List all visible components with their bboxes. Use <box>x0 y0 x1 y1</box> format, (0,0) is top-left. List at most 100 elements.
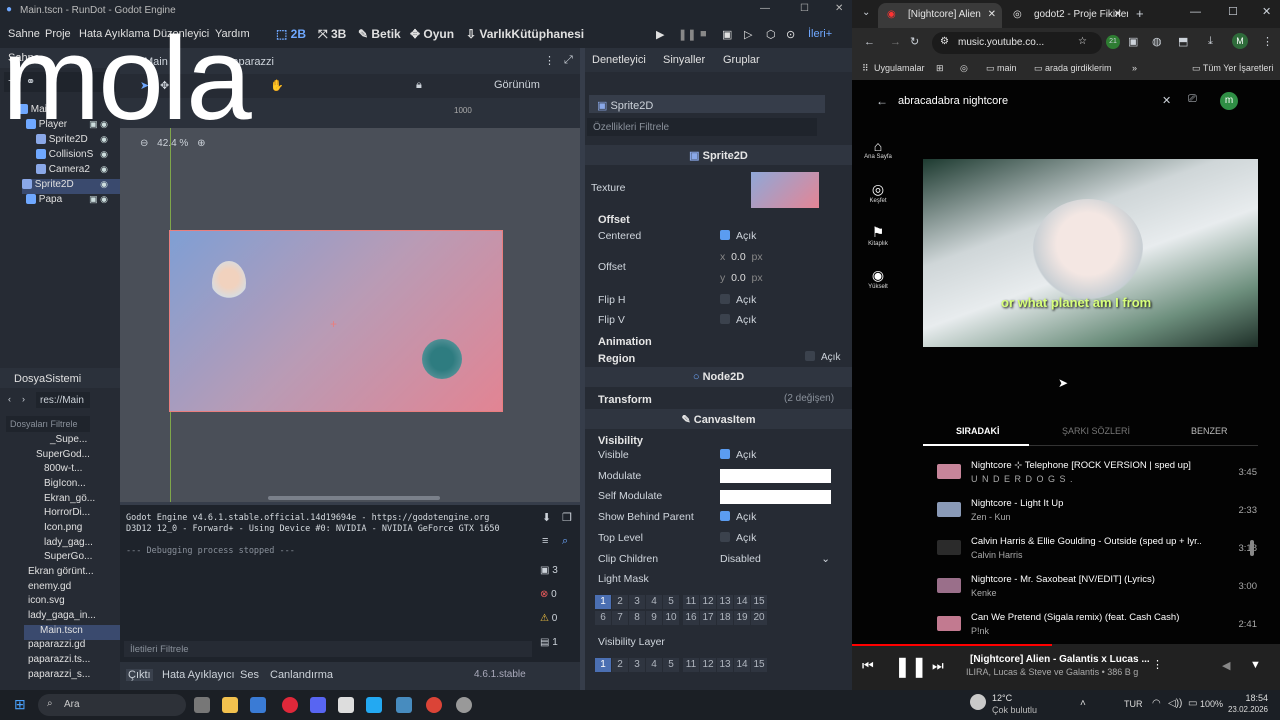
texture-preview[interactable] <box>751 172 819 208</box>
discord-icon[interactable] <box>310 697 326 713</box>
layer-bit[interactable]: 4 <box>646 658 662 672</box>
tab-groups[interactable]: Gruplar <box>723 54 760 66</box>
opera-icon[interactable] <box>282 697 298 713</box>
file-item[interactable]: paparazzi.gd <box>28 639 85 654</box>
more-icon[interactable]: ⋮ <box>544 54 555 67</box>
nav-explore[interactable]: ◎ Keşfet <box>858 181 898 204</box>
counter-editor[interactable]: ▤ 1 <box>540 637 558 661</box>
collapse-icon[interactable]: ≡ <box>542 535 548 547</box>
close-tab-icon[interactable]: ✕ <box>1114 9 1122 20</box>
layer-bit[interactable]: 15 <box>751 595 767 609</box>
queue-item[interactable]: Nightcore - Light It Up Zen - Kun 2:33 <box>937 498 1257 536</box>
file-item[interactable]: HorrorDi... <box>44 507 90 522</box>
file-item[interactable]: lady_gag... <box>44 537 93 552</box>
tab-signals[interactable]: Sinyaller <box>663 54 705 66</box>
tab-output[interactable]: Çıktı <box>126 669 153 681</box>
workspace-game[interactable]: ✥ Oyun <box>410 27 454 41</box>
tab-animation[interactable]: Canlandırma <box>270 669 333 681</box>
tree-node-sprite2d-selected[interactable]: Sprite2D ◉ <box>22 179 120 194</box>
bookmark-apps[interactable]: Uygulamalar <box>874 63 925 73</box>
counter-warnings[interactable]: ⚠ 0 <box>540 613 558 637</box>
queue-item[interactable]: Nightcore ⊹ Telephone [ROCK VERSION | sp… <box>937 460 1257 498</box>
browser-menu-icon[interactable]: ⋮ <box>1262 35 1273 48</box>
file-item[interactable]: Ekran_gö... <box>44 493 95 508</box>
layer-bit[interactable]: 1 <box>595 658 611 672</box>
queue-scrollbar[interactable] <box>1250 540 1254 556</box>
tab-search-icon[interactable]: ⌄ <box>862 7 870 18</box>
layer-bit[interactable]: 20 <box>751 611 767 625</box>
layer-bit[interactable]: 12 <box>700 658 716 672</box>
grid-icon[interactable]: ⊞ <box>936 63 944 74</box>
bookmark-main[interactable]: ▭ main <box>986 63 1017 74</box>
site-info-icon[interactable]: ⚙ <box>940 36 949 47</box>
search-icon[interactable]: ⌕ <box>562 535 568 548</box>
tab-debugger[interactable]: Hata Ayıklayıcı <box>162 669 235 681</box>
extension-icon[interactable]: ◍ <box>1152 35 1162 48</box>
modulate-color-picker[interactable] <box>720 469 831 483</box>
layer-bit[interactable]: 5 <box>663 658 679 672</box>
visibility-eye-icon[interactable]: ◉ <box>100 164 108 175</box>
task-view-icon[interactable] <box>194 697 210 713</box>
triangle-left-icon[interactable]: ◀ <box>1222 659 1230 672</box>
lock-icon[interactable]: 🔒︎ <box>416 79 422 92</box>
flip-h-checkbox[interactable]: Açık <box>720 294 756 306</box>
tab-youtube-music[interactable]: ◉ [Nightcore] Alien ✕ <box>878 3 1002 28</box>
flip-v-checkbox[interactable]: Açık <box>720 314 756 326</box>
back-arrow-icon[interactable]: ← <box>876 94 888 108</box>
chrome-icon[interactable] <box>426 697 442 713</box>
layer-bit[interactable]: 12 <box>700 595 716 609</box>
back-button[interactable]: ← <box>864 36 875 48</box>
nav-upgrade[interactable]: ◉ Yükselt <box>858 267 898 290</box>
layer-bit[interactable]: 8 <box>629 611 645 625</box>
downloads-icon[interactable]: ⤓ <box>1208 35 1213 48</box>
maximize-button[interactable]: ☐ <box>1228 5 1238 18</box>
layer-bit[interactable]: 14 <box>734 595 750 609</box>
top-level-checkbox[interactable]: Açık <box>720 532 756 544</box>
language-indicator[interactable]: TUR <box>1124 699 1143 709</box>
pause-icon[interactable]: ❚❚ <box>894 654 928 679</box>
layer-bit[interactable]: 6 <box>595 611 611 625</box>
show-behind-parent-checkbox[interactable]: Açık <box>720 511 756 523</box>
tab-lyrics[interactable]: ŞARKI SÖZLERİ <box>1062 426 1130 436</box>
layer-bit[interactable]: 13 <box>717 658 733 672</box>
minimize-button[interactable]: — <box>1190 6 1201 18</box>
layer-bit[interactable]: 13 <box>717 595 733 609</box>
section-offset[interactable]: Offset <box>585 210 852 230</box>
counter-messages[interactable]: ▣ 3 <box>540 565 558 589</box>
tree-node-camera[interactable]: Camera2 ◉ <box>36 164 120 179</box>
workspace-2d[interactable]: ⬚ 2B <box>276 27 306 41</box>
distraction-free-icon[interactable]: ⤢ <box>564 54 573 67</box>
bookmark-star-icon[interactable]: ☆ <box>1078 36 1087 47</box>
workspace-assetlib[interactable]: ⇩ VarlıkKütüphanesi <box>466 27 584 41</box>
renderer-select[interactable]: İleri+ <box>808 28 832 40</box>
more-icon[interactable]: ⋮ <box>1152 658 1163 671</box>
nav-home[interactable]: ⌂ Ana Sayfa <box>858 138 898 160</box>
file-filter-input[interactable]: Dosyaları Filtrele <box>6 416 90 432</box>
folder-item[interactable]: SuperGod... <box>36 449 90 464</box>
movie-maker-icon[interactable]: ⊙ <box>786 28 795 41</box>
url-field[interactable]: ⚙ music.youtube.co... ☆ <box>932 32 1102 54</box>
play-custom-icon[interactable]: ⬡ <box>766 28 776 41</box>
extensions-puzzle-icon[interactable]: ⬒ <box>1178 35 1188 48</box>
sprite2d-preview[interactable]: + <box>169 230 503 412</box>
progress-bar[interactable] <box>852 644 1052 646</box>
layer-bit[interactable]: 15 <box>751 658 767 672</box>
layer-bit[interactable]: 9 <box>646 611 662 625</box>
extension-icon[interactable]: ▣ <box>1128 35 1138 48</box>
workspace-3d[interactable]: ⤧ 3B <box>318 27 346 42</box>
ytm-avatar[interactable]: m <box>1220 92 1238 110</box>
layer-bit[interactable]: 14 <box>734 658 750 672</box>
clock-time[interactable]: 18:54 <box>1228 693 1268 703</box>
layer-bit[interactable]: 11 <box>683 595 699 609</box>
next-icon[interactable]: ⏭ <box>932 658 944 674</box>
store-icon[interactable] <box>250 697 266 713</box>
forward-button[interactable]: → <box>890 36 901 48</box>
file-item[interactable]: enemy.gd <box>28 581 71 596</box>
visibility-eye-icon[interactable]: ◉ <box>100 149 108 160</box>
light-mask-grid[interactable]: 1 2 3 4 5 11 12 13 14 15 6 7 8 9 10 16 1… <box>595 595 775 629</box>
layer-bit[interactable]: 2 <box>612 595 628 609</box>
file-item[interactable]: SuperGo... <box>44 551 92 566</box>
workspace-script[interactable]: ✎ Betik <box>358 27 401 41</box>
back-icon[interactable]: ‹ <box>8 394 11 404</box>
horizontal-scrollbar[interactable] <box>268 496 440 500</box>
